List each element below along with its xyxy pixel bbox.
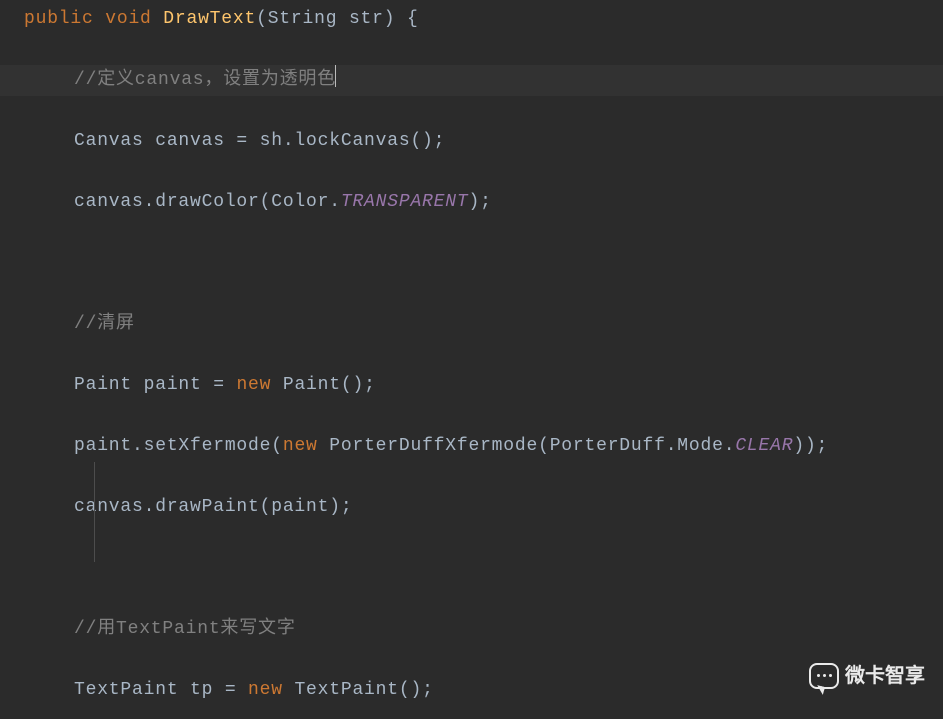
comment: //用TextPaint来写文字 (74, 619, 296, 639)
keyword-void: void (105, 9, 151, 29)
keyword-new: new (248, 680, 283, 700)
keyword-new: new (283, 436, 318, 456)
watermark-text: 微卡智享 (845, 661, 925, 692)
constant: TRANSPARENT (341, 192, 469, 212)
comment: //清屏 (74, 314, 135, 334)
blank-line (0, 553, 943, 584)
code-line: TextPaint tp = new TextPaint(); (0, 675, 943, 706)
code-line: canvas.drawPaint(paint); (0, 492, 943, 523)
code-line: Paint paint = new Paint(); (0, 370, 943, 401)
keyword-new: new (236, 375, 271, 395)
blank-line (0, 248, 943, 279)
indent-guide (94, 462, 95, 562)
code-line: //清屏 (0, 309, 943, 340)
code-line: public void DrawText(String str) { (0, 4, 943, 35)
code-line: paint.setXfermode(new PorterDuffXfermode… (0, 431, 943, 462)
code-editor[interactable]: public void DrawText(String str) { //定义c… (0, 0, 943, 719)
code-line: Canvas canvas = sh.lockCanvas(); (0, 126, 943, 157)
comment: //定义canvas，设置为透明色 (74, 70, 336, 90)
constant: CLEAR (735, 436, 793, 456)
code-line-current: //定义canvas，设置为透明色 (0, 65, 943, 96)
watermark: 微卡智享 (809, 661, 925, 692)
code-line: //用TextPaint来写文字 (0, 614, 943, 645)
method-name: DrawText (163, 9, 256, 29)
code-line: canvas.drawColor(Color.TRANSPARENT); (0, 187, 943, 218)
keyword-public: public (24, 9, 94, 29)
text-cursor (335, 65, 336, 87)
wechat-icon (809, 663, 839, 689)
